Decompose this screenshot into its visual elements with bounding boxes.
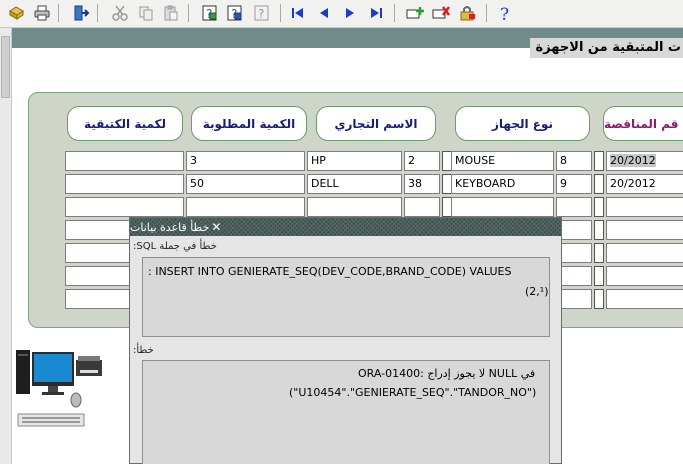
- last-record-icon[interactable]: [366, 3, 386, 23]
- sql-statement-line-1: : INSERT INTO GENIERATE_SEQ(DEV_CODE,BRA…: [148, 265, 512, 278]
- row-select-box[interactable]: [594, 266, 604, 286]
- cell-tender-no[interactable]: 20/2012: [606, 174, 683, 194]
- paste-icon[interactable]: [161, 3, 181, 23]
- cut-icon[interactable]: [110, 3, 130, 23]
- vertical-scrollbar[interactable]: [0, 28, 12, 464]
- svg-text:?: ?: [500, 5, 509, 22]
- delete-record-icon[interactable]: [431, 3, 451, 23]
- row-select-box[interactable]: [594, 174, 604, 194]
- row-select-box[interactable]: [594, 197, 604, 217]
- cell-brand-code[interactable]: 38: [404, 174, 440, 194]
- first-record-icon[interactable]: [288, 3, 308, 23]
- empty-cell[interactable]: [404, 197, 440, 217]
- save-icon[interactable]: [6, 3, 26, 23]
- cell-device-type[interactable]: MOUSE: [451, 151, 554, 171]
- insert-record-icon[interactable]: [405, 3, 425, 23]
- cell-tender-no[interactable]: 20/2012: [606, 151, 683, 171]
- cell-required-qty[interactable]: 50: [186, 174, 305, 194]
- cell-device-type[interactable]: KEYBOARD: [451, 174, 554, 194]
- header-tender-no: قم المناقصة: [603, 106, 683, 141]
- cell-brand-name[interactable]: HP: [307, 151, 402, 171]
- row-select-box[interactable]: [594, 289, 604, 309]
- cell-brand-code[interactable]: 2: [404, 151, 440, 171]
- sql-error-label: خطأ في جملة SQL:: [133, 241, 217, 252]
- svg-text:?: ?: [258, 7, 264, 21]
- header-trade-name: الاسم التجاري: [316, 106, 436, 141]
- empty-cell[interactable]: [606, 197, 683, 217]
- copy-icon[interactable]: [136, 3, 156, 23]
- dialog-title: خطأ قاعدة بيانات: [130, 220, 210, 234]
- next-record-icon[interactable]: [340, 3, 360, 23]
- lock-record-icon[interactable]: [458, 3, 478, 23]
- close-icon[interactable]: ✕: [209, 220, 223, 234]
- row-select-box[interactable]: [594, 220, 604, 240]
- cell-remaining-qty[interactable]: [65, 174, 184, 194]
- exit-icon[interactable]: [71, 3, 91, 23]
- empty-cell[interactable]: [606, 243, 683, 263]
- query-icon[interactable]: ?: [200, 3, 220, 23]
- error-message-line-2: ("U10454"."GENIERATE_SEQ"."TANDOR_NO"): [289, 386, 537, 399]
- row-select-box[interactable]: [594, 243, 604, 263]
- database-error-dialog: ✕ خطأ قاعدة بيانات خطأ في جملة SQL: : IN…: [129, 217, 562, 464]
- row-select-box[interactable]: [594, 151, 604, 171]
- print-icon[interactable]: [32, 3, 52, 23]
- cell-device-code[interactable]: 9: [556, 174, 592, 194]
- empty-cell[interactable]: [451, 197, 554, 217]
- empty-cell[interactable]: [186, 197, 305, 217]
- header-device-type: نوع الجهاز: [455, 106, 590, 141]
- empty-cell[interactable]: [606, 220, 683, 240]
- cell-brand-name[interactable]: DELL: [307, 174, 402, 194]
- execute-query-icon[interactable]: ?: [225, 3, 245, 23]
- sql-statement-line-2: (2,¹): [525, 285, 549, 298]
- empty-cell[interactable]: [606, 266, 683, 286]
- cell-remaining-qty[interactable]: [65, 151, 184, 171]
- empty-cell[interactable]: [606, 289, 683, 309]
- error-message-line-1: ORA-01400: لا يجوز إدراج NULL في: [358, 367, 536, 380]
- computer-devices-image: [14, 344, 106, 436]
- header-remaining-qty: لكمية الكتبقية: [67, 106, 183, 141]
- toolbar: ? ? ? ?: [0, 0, 683, 28]
- error-label: خطأ:: [133, 345, 154, 356]
- empty-cell[interactable]: [556, 197, 592, 217]
- dialog-title-bar[interactable]: ✕ خطأ قاعدة بيانات: [130, 218, 561, 236]
- form-title: ت المتبقية من الاجهزة: [529, 38, 683, 58]
- header-required-qty: الكمية المطلوبة: [191, 106, 307, 141]
- cell-required-qty[interactable]: 3: [186, 151, 305, 171]
- cell-device-code[interactable]: 8: [556, 151, 592, 171]
- empty-cell[interactable]: [65, 197, 184, 217]
- previous-record-icon[interactable]: [314, 3, 334, 23]
- empty-cell[interactable]: [307, 197, 402, 217]
- help-icon[interactable]: ?: [495, 3, 515, 23]
- cancel-query-icon[interactable]: ?: [252, 3, 272, 23]
- scrollbar-thumb[interactable]: [1, 36, 10, 98]
